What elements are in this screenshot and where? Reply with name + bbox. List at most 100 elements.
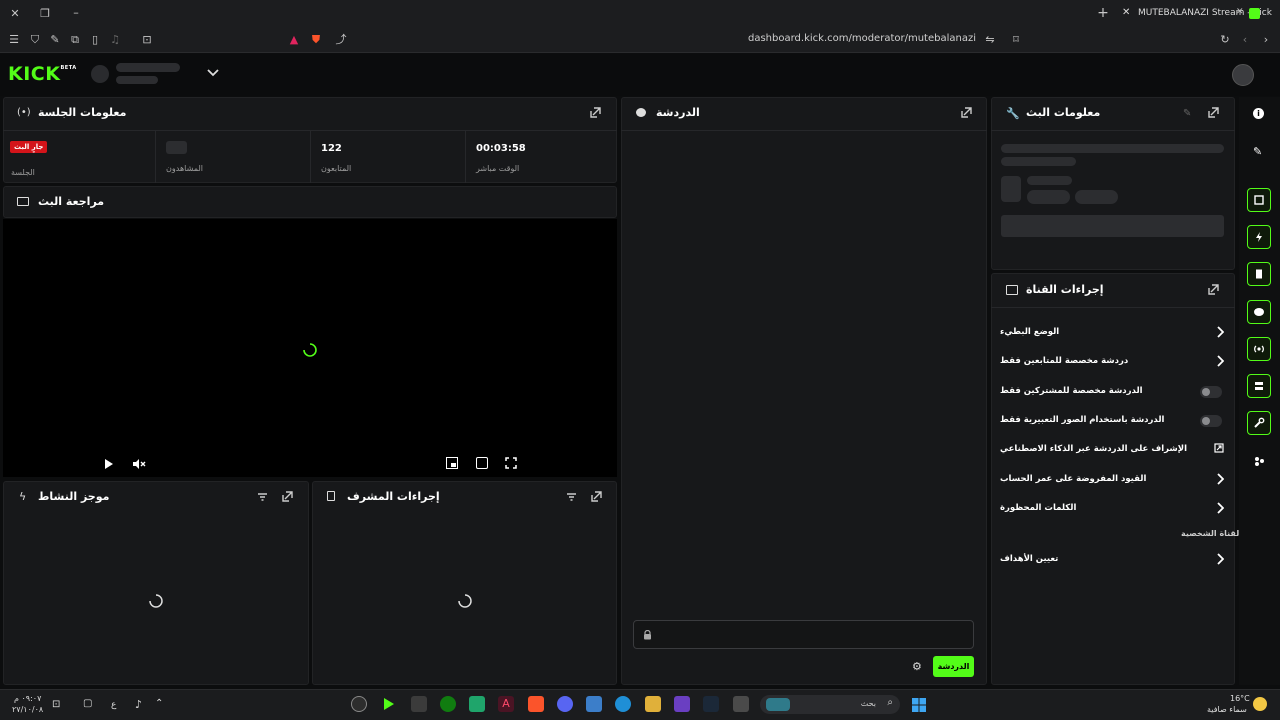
restore-window-icon[interactable]: ❐ (37, 6, 53, 22)
file-explorer-icon[interactable] (645, 696, 661, 712)
obs-icon[interactable] (351, 696, 367, 712)
edit-icon[interactable]: ✎ (1183, 108, 1191, 119)
picture-in-picture-icon[interactable] (446, 457, 458, 469)
play-store-icon[interactable] (381, 696, 397, 712)
chevron-right-icon (1216, 553, 1224, 565)
start-icon[interactable] (911, 697, 927, 713)
tab-close-icon[interactable]: ✕ (1122, 7, 1130, 18)
app-icon[interactable] (674, 696, 690, 712)
channel-action-row[interactable]: الدردشة باستخدام الصور التعبيرية فقط (1000, 411, 1226, 431)
edit-info-button-placeholder (1001, 215, 1224, 237)
microphone-icon[interactable]: ♪ (135, 698, 142, 711)
apps-icon[interactable] (1253, 455, 1265, 467)
brave-rewards-icon[interactable]: ▲ (286, 32, 302, 48)
live-signal-icon: (•) (17, 107, 31, 118)
channel-action-row[interactable]: الوضع البطيء (1000, 323, 1226, 343)
toggle-switch[interactable] (1200, 415, 1222, 427)
theater-mode-icon[interactable] (476, 457, 488, 469)
new-tab-icon[interactable]: + (1095, 5, 1111, 21)
rail-button-overview[interactable] (1247, 188, 1271, 212)
rail-button-clipboard[interactable] (1247, 262, 1271, 286)
rail-button-wrench[interactable] (1247, 411, 1271, 435)
clock-date[interactable]: ٢٧/١٠/٠٨ (12, 705, 43, 714)
live-badge: جارٍ البث (10, 141, 48, 153)
adobe-icon[interactable]: A (498, 696, 514, 712)
share-icon[interactable]: ⤴ (333, 32, 349, 48)
weather-temp[interactable]: 16°C (1230, 694, 1250, 703)
kick-logo[interactable]: KICKBETA (8, 63, 77, 85)
edit-icon[interactable]: ✎ (1253, 145, 1262, 158)
address-bar[interactable]: dashboard.kick.com/moderator/mutebalanaz… (600, 33, 976, 44)
app-icon[interactable] (733, 696, 749, 712)
fullscreen-icon[interactable] (505, 457, 517, 469)
popout-icon[interactable] (590, 491, 602, 503)
music-icon[interactable]: ♫ (107, 32, 123, 48)
reader-mode-icon[interactable]: ⇋ (982, 32, 998, 48)
discord-icon[interactable] (557, 696, 573, 712)
rail-button-chat[interactable] (1247, 300, 1271, 324)
forward-icon[interactable]: › (1258, 32, 1274, 48)
input-language[interactable]: ع (111, 700, 116, 710)
minimize-window-icon[interactable]: – (68, 5, 84, 21)
brave-shield-icon[interactable]: ⛊ (308, 32, 324, 48)
bookmark-icon[interactable]: ⌑ (1008, 32, 1024, 48)
brave-browser-icon[interactable] (528, 696, 544, 712)
filter-icon[interactable] (257, 492, 268, 502)
steam-icon[interactable] (703, 696, 719, 712)
channel-action-row[interactable]: دردشة مخصصة للمتابعين فقط (1000, 352, 1226, 372)
popout-icon[interactable] (589, 107, 601, 119)
toggle-switch[interactable] (1200, 386, 1222, 398)
mute-icon[interactable] (132, 457, 146, 471)
notification-icon[interactable]: ▢ (83, 698, 92, 709)
network-icon[interactable]: ⊡ (52, 699, 60, 710)
reload-icon[interactable]: ↻ (1217, 32, 1233, 48)
user-avatar[interactable] (1232, 64, 1254, 86)
chevron-up-icon[interactable]: ⌃ (155, 698, 163, 709)
popout-icon[interactable] (1207, 284, 1219, 296)
close-window-icon[interactable]: ✕ (7, 6, 23, 22)
rail-button-lightning[interactable] (1247, 225, 1271, 249)
rail-button-live-signal[interactable] (1247, 337, 1271, 361)
clock-time[interactable]: ٠٩:٠٧ م (14, 694, 41, 703)
live-time-value: 00:03:58 (476, 143, 526, 154)
wrench-icon: 🔧 (1006, 107, 1020, 120)
browser-tab[interactable]: ✕ MUTEBALANAZI Stream - Kick ✕ (1118, 4, 1276, 24)
screenshot-icon[interactable]: ⊡ (139, 32, 155, 48)
play-icon[interactable] (104, 458, 114, 470)
channel-name-placeholder (116, 63, 180, 72)
category-name-placeholder (1027, 176, 1072, 185)
weather-desc[interactable]: سماء صافية (1207, 705, 1247, 714)
rail-button-channel[interactable] (1247, 374, 1271, 398)
xbox-icon[interactable] (440, 696, 456, 712)
back-icon[interactable]: ‹ (1237, 32, 1253, 48)
edge-icon[interactable] (615, 696, 631, 712)
stream-info-title: معلومات البث (1026, 106, 1101, 119)
app-icon[interactable] (469, 696, 485, 712)
channel-action-row[interactable]: الكلمات المحظورة (1000, 499, 1226, 519)
sidebar-icon[interactable]: ▯ (87, 32, 103, 48)
chat-settings-icon[interactable]: ⚙ (912, 660, 922, 673)
channel-action-row[interactable]: القيود المفروضة على عمر الحساب (1000, 470, 1226, 490)
viewers-value-placeholder (166, 141, 187, 154)
trash-icon[interactable] (411, 696, 427, 712)
chevron-down-icon[interactable] (206, 67, 220, 79)
filter-icon[interactable] (566, 492, 577, 502)
channel-action-row[interactable]: الدردشة مخصصة للمشتركين فقط (1000, 382, 1226, 402)
channel-icon (1006, 285, 1018, 295)
mute-tab-icon[interactable]: ✕ (1236, 7, 1244, 17)
tabs-icon[interactable]: ⧉ (67, 32, 83, 48)
info-icon[interactable]: i (1253, 108, 1264, 119)
popout-icon[interactable] (960, 107, 972, 119)
popout-icon[interactable] (281, 491, 293, 503)
send-chat-button[interactable]: الدردشة (933, 656, 974, 677)
set-goals-row[interactable]: تعيين الأهداف (1000, 550, 1226, 570)
taskbar-search[interactable]: بحث ⌕ (760, 695, 900, 714)
wand-icon[interactable]: ✎ (47, 32, 63, 48)
store-icon[interactable] (586, 696, 602, 712)
activity-feed-title: موجز النشاط (38, 490, 110, 503)
popout-icon[interactable] (1207, 107, 1219, 119)
chat-input[interactable] (633, 620, 974, 649)
menu-icon[interactable]: ☰ (6, 32, 22, 48)
shield-icon[interactable]: ⛉ (27, 32, 43, 48)
channel-action-row[interactable]: الإشراف على الدردشة عبر الذكاء الاصطناعي (1000, 440, 1226, 460)
